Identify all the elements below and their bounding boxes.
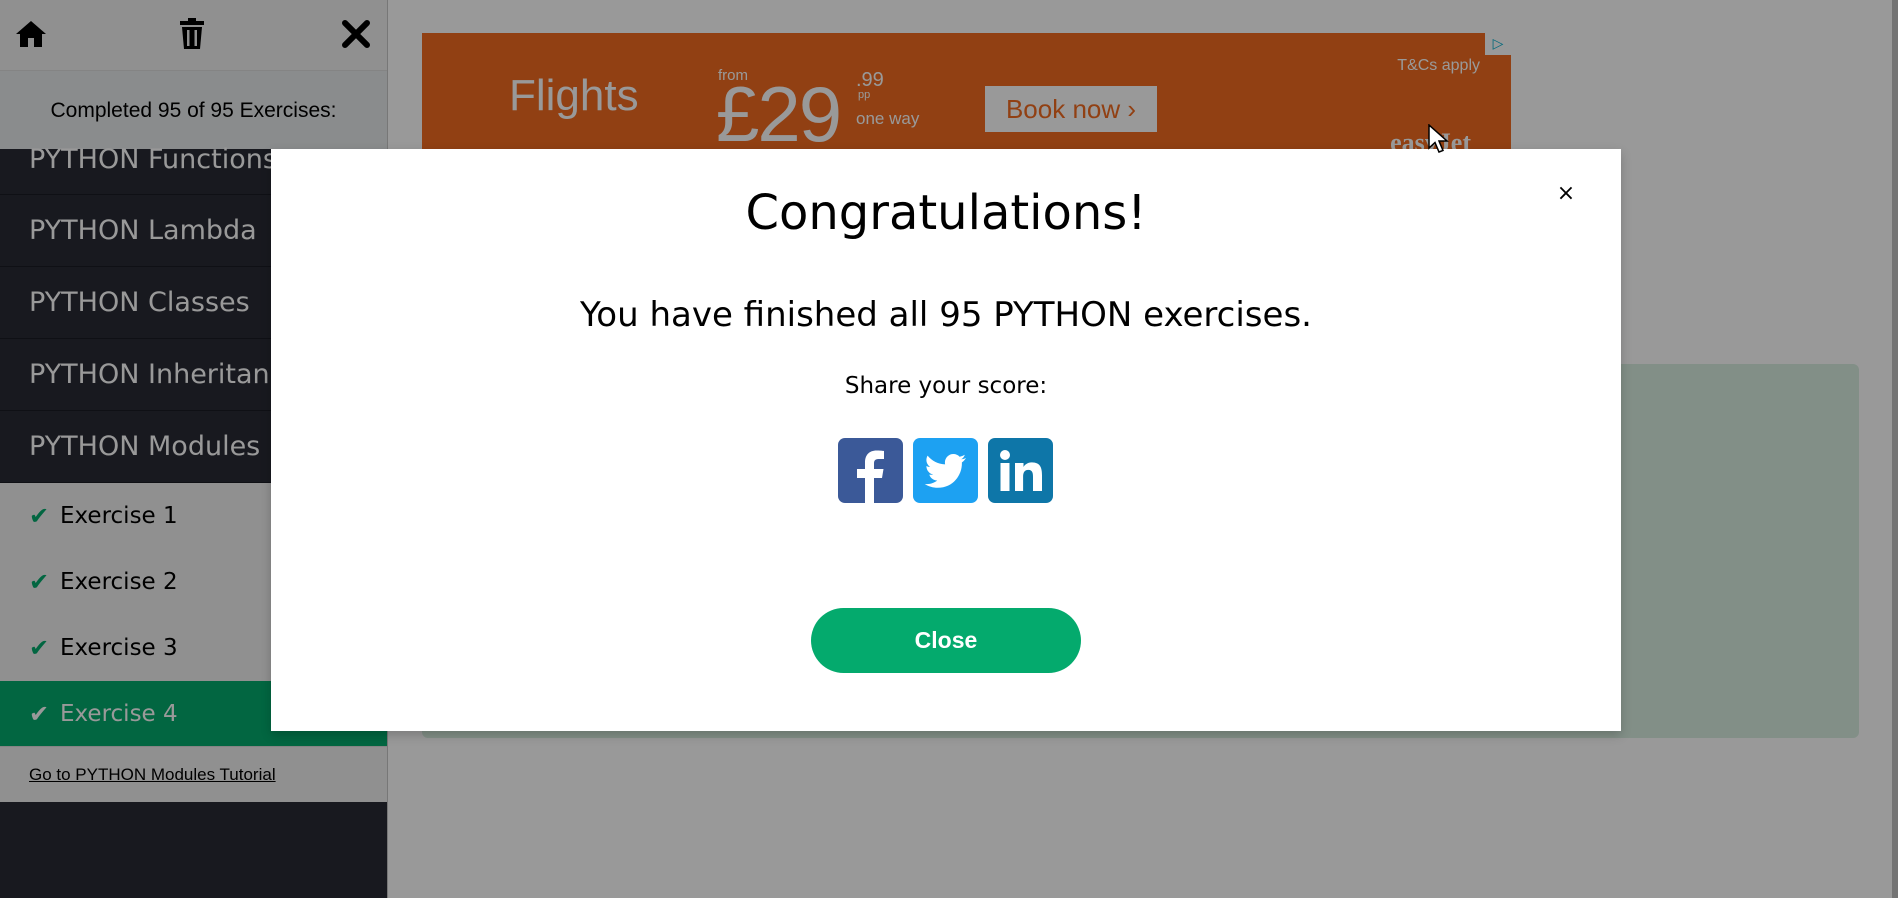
mouse-cursor-icon	[1428, 123, 1450, 158]
twitter-icon	[924, 454, 966, 488]
twitter-share-button[interactable]	[913, 438, 978, 503]
congratulations-modal: × Congratulations! You have finished all…	[271, 149, 1621, 731]
share-score-label: Share your score:	[844, 373, 1048, 399]
modal-close-button[interactable]: Close	[811, 608, 1081, 673]
modal-title: Congratulations!	[745, 185, 1147, 241]
modal-message: You have finished all 95 PYTHON exercise…	[580, 295, 1312, 335]
facebook-icon	[857, 450, 884, 503]
linkedin-share-button[interactable]	[988, 438, 1053, 503]
facebook-share-button[interactable]	[838, 438, 903, 503]
linkedin-icon	[1000, 450, 1042, 491]
